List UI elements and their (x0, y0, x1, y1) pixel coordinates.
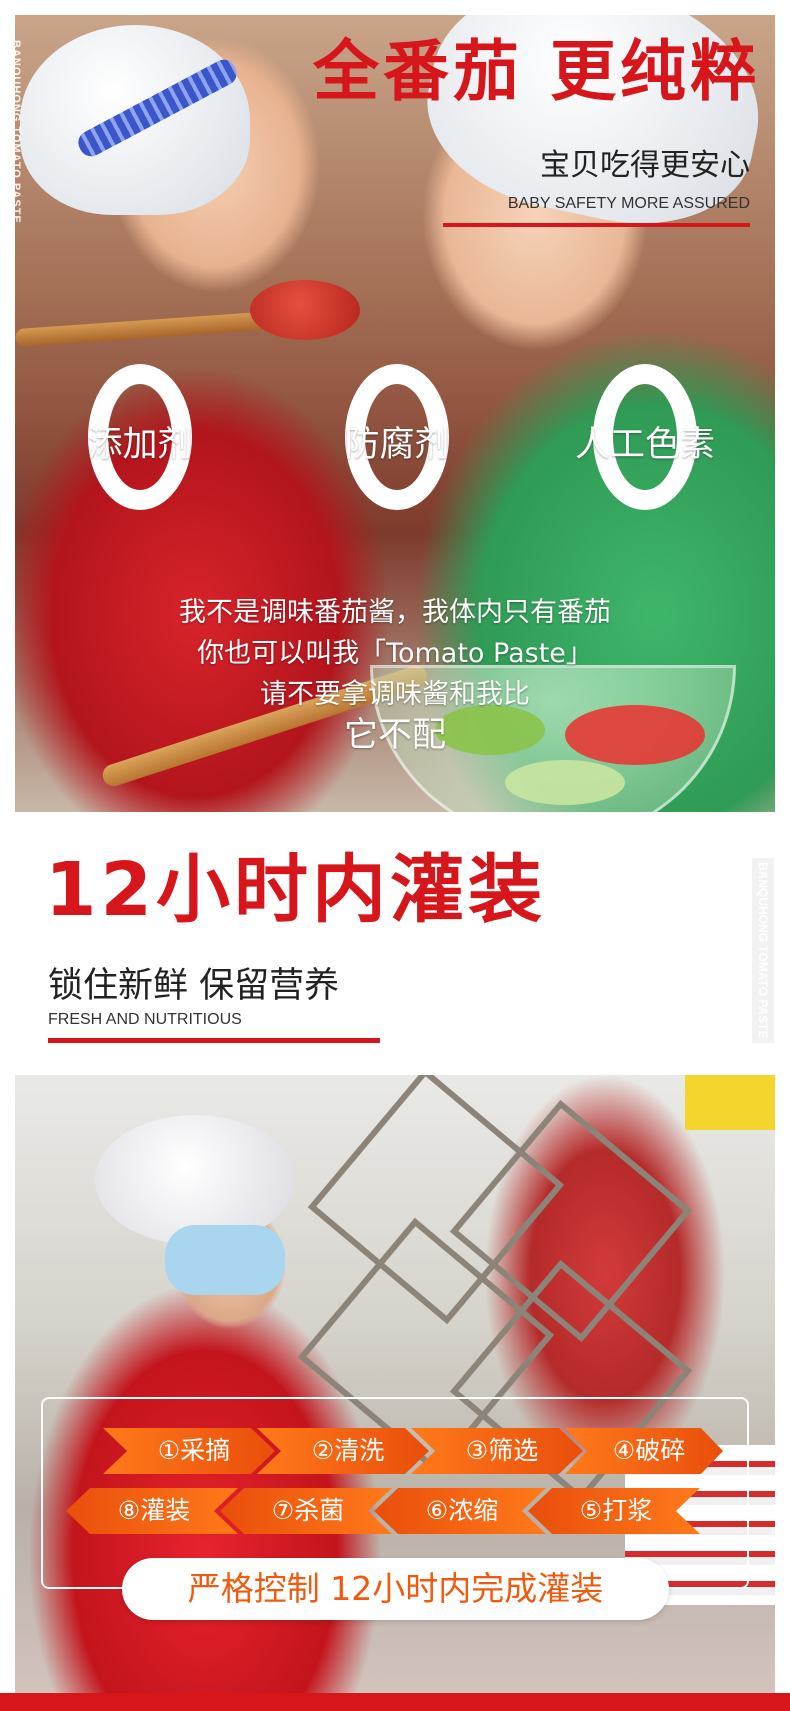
zero-additive-label: 添加剂 (87, 425, 193, 465)
bottom-bar (0, 1693, 790, 1711)
process-step-sort: ③筛选 (411, 1428, 583, 1474)
slogan-line-3: 请不要拿调味酱和我比 (260, 679, 530, 710)
slogan-line-2: 你也可以叫我「Tomato Paste」 (197, 638, 593, 669)
slogan-line-1: 我不是调味番茄酱，我体内只有番茄 (179, 597, 611, 628)
zero-preservative-label: 防腐剂 (344, 425, 450, 465)
hero-subtitle-en: BABY SAFETY MORE ASSURED (507, 195, 750, 212)
hero-subtitle: 宝贝吃得更安心 (540, 148, 750, 183)
process-step-crush: ④破碎 (565, 1428, 723, 1474)
brand-watermark: BANQUHONG TOMATO PASTE (752, 858, 774, 1043)
process-step-pulp: ⑤打浆 (528, 1488, 700, 1534)
lettuce (505, 760, 625, 805)
section-subtitle-en: FRESH AND NUTRITIOUS (48, 1011, 242, 1028)
process-step-fill: ⑧灌装 (66, 1488, 238, 1534)
process-step-wash: ②清洗 (257, 1428, 429, 1474)
tomato-paste (250, 280, 360, 340)
brand-side-text: BANQUHONG TOMATO PASTE (10, 40, 22, 224)
slogan-line-4: 它不配 (344, 715, 446, 755)
process-banner: 严格控制 12小时内完成灌装 (122, 1558, 669, 1620)
hero-slogan: 我不是调味番茄酱，我体内只有番茄 你也可以叫我「Tomato Paste」 请不… (15, 592, 775, 756)
process-step-sterilize: ⑦杀菌 (220, 1488, 392, 1534)
worker-mask (165, 1225, 285, 1295)
hero-divider (443, 223, 750, 227)
zero-coloring-label: 人工色素 (574, 425, 715, 465)
section-subtitle: 锁住新鲜 保留营养 (48, 966, 340, 1006)
section-divider (48, 1038, 380, 1043)
hero-title: 全番茄 更纯粹 (313, 33, 760, 110)
process-step-pick: ①采摘 (103, 1428, 275, 1474)
warning-sign (685, 1075, 775, 1130)
section-title: 12小时内灌装 (45, 847, 546, 933)
process-step-concentrate: ⑥浓缩 (374, 1488, 546, 1534)
